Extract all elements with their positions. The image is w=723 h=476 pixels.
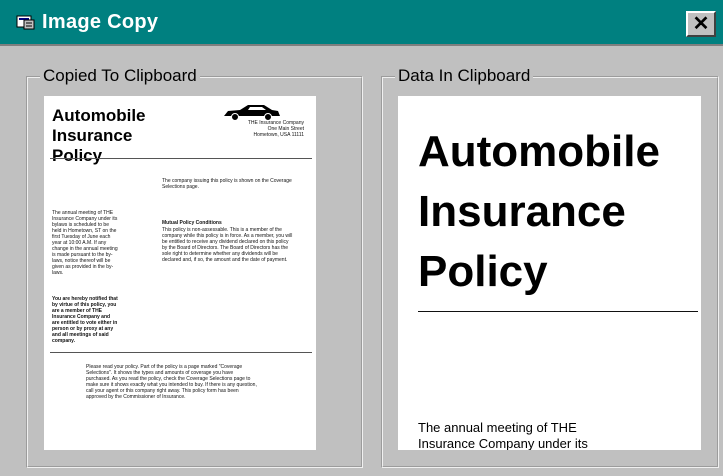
read-policy-paragraph: Please read your policy. Part of the pol…	[86, 364, 257, 400]
divider	[50, 352, 312, 353]
company-city: Hometown, USA 11111	[253, 132, 305, 138]
copied-to-clipboard-label: Copied To Clipboard	[40, 66, 200, 86]
preview-title-line: Policy	[418, 247, 548, 296]
preview-title-line: Automobile	[418, 127, 660, 176]
preview-text-line: The annual meeting of THE	[418, 420, 577, 435]
preview-title: Automobile Insurance Policy	[418, 122, 701, 302]
clipboard-preview: Automobile Insurance Policy The annual m…	[398, 96, 701, 450]
preview-divider	[418, 311, 698, 312]
preview-text-line: Insurance Company under its	[418, 436, 588, 450]
car-icon	[224, 105, 280, 121]
document-title: Automobile Insurance Policy	[52, 106, 146, 165]
title-bar: Image Copy ✕	[0, 0, 723, 46]
company-address: THE Insurance Company One Main Street Ho…	[194, 120, 304, 138]
data-in-clipboard-label: Data In Clipboard	[395, 66, 534, 86]
divider	[50, 158, 312, 159]
member-notice-paragraph: You are hereby notified that by virtue o…	[52, 296, 118, 344]
window-title: Image Copy	[42, 11, 159, 33]
mutual-conditions-paragraph: This policy is non-assessable. This is a…	[162, 227, 293, 263]
app-icon	[16, 15, 35, 30]
document-thumbnail: Automobile Insurance Policy THE Insuranc…	[44, 96, 316, 450]
preview-text: The annual meeting of THE Insurance Comp…	[418, 420, 698, 450]
close-button[interactable]: ✕	[686, 11, 716, 37]
preview-title-line: Insurance	[418, 187, 626, 236]
annual-meeting-paragraph: The annual meeting of THE Insurance Comp…	[52, 210, 118, 276]
mutual-conditions-heading: Mutual Policy Conditions	[162, 220, 222, 226]
coverage-paragraph: The company issuing this policy is shown…	[162, 178, 292, 190]
